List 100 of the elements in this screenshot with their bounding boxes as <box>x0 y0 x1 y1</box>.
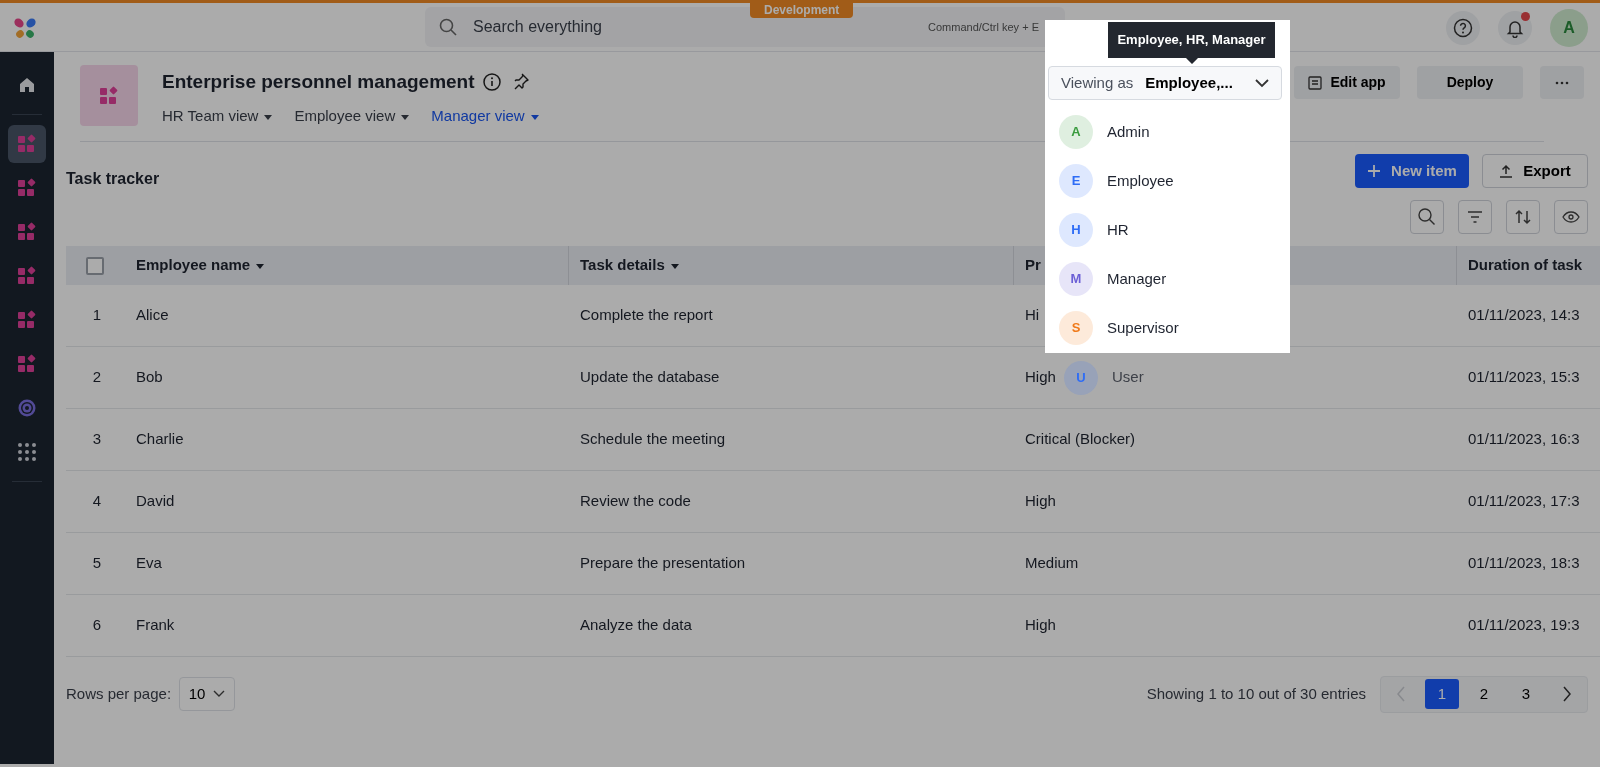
chevron-right-icon <box>1562 686 1572 702</box>
role-option[interactable]: M Manager <box>1048 254 1282 304</box>
role-name: Manager <box>1107 268 1167 289</box>
role-avatar: S <box>1059 311 1093 345</box>
table-cell-text: 01/11/2023, 19:3 <box>1468 615 1580 636</box>
filter-button[interactable] <box>1458 200 1492 234</box>
home-icon <box>17 75 37 95</box>
deploy-button[interactable]: Deploy <box>1417 66 1523 99</box>
table-cell-text: 01/11/2023, 14:3 <box>1468 305 1580 326</box>
table-cell-text: Eva <box>136 553 162 574</box>
table-cell-text: Complete the report <box>580 305 713 326</box>
page-button[interactable]: 1 <box>1425 679 1459 709</box>
apps-grid-icon <box>17 442 37 462</box>
more-icon <box>1555 80 1569 85</box>
notification-button[interactable] <box>1498 11 1532 45</box>
role-avatar: A <box>1059 115 1093 149</box>
column-header[interactable]: Pr <box>1025 254 1041 277</box>
viewing-as-select[interactable]: Viewing as Employee,... <box>1048 66 1282 100</box>
visibility-button[interactable] <box>1554 200 1588 234</box>
table-cell-text: Charlie <box>136 429 184 450</box>
viewing-as-value: Employee,... <box>1145 72 1233 93</box>
table-cell-text: Medium <box>1025 553 1079 574</box>
app-icon <box>17 222 37 242</box>
table-cell-text: Hi <box>1025 305 1040 326</box>
bell-icon <box>1505 18 1525 38</box>
table-cell-text: Schedule the meeting <box>580 429 726 450</box>
info-icon[interactable] <box>482 72 503 93</box>
row-number: 3 <box>92 429 102 450</box>
row-number: 1 <box>92 305 102 326</box>
role-avatar: M <box>1059 262 1093 296</box>
table-cell-text: 01/11/2023, 18:3 <box>1468 553 1580 574</box>
table-cell-text: Bob <box>136 367 163 388</box>
plus-icon <box>1367 164 1382 178</box>
role-name: User <box>1112 367 1144 388</box>
app-icon <box>17 134 37 154</box>
column-header[interactable]: Employee name <box>136 254 265 277</box>
role-avatar: U <box>1064 360 1098 395</box>
page-button[interactable]: 2 <box>1467 679 1501 709</box>
table-cell-text: Frank <box>136 615 175 636</box>
app-icon <box>17 266 37 286</box>
chevron-left-icon <box>1396 686 1406 702</box>
table-cell-text: Alice <box>136 305 169 326</box>
environment-badge: Development <box>750 3 854 18</box>
sort-icon <box>1513 207 1533 227</box>
role-name: Employee <box>1107 170 1174 191</box>
role-avatar: H <box>1059 213 1093 247</box>
table-cell-text: 01/11/2023, 15:3 <box>1468 367 1580 388</box>
table-title: Task tracker <box>66 169 160 189</box>
help-icon <box>1453 18 1473 38</box>
entries-summary: Showing 1 to 10 out of 30 entries <box>1146 683 1366 704</box>
view-tab[interactable]: Employee view <box>294 105 410 128</box>
view-tab[interactable]: HR Team view <box>162 105 273 128</box>
table-cell-text: High <box>1025 491 1056 512</box>
role-name: Admin <box>1107 121 1150 142</box>
table-cell-text: 01/11/2023, 17:3 <box>1468 491 1580 512</box>
edit-app-button[interactable]: Edit app <box>1294 66 1400 99</box>
chevron-down-icon <box>213 690 226 698</box>
table-cell-text: Update the database <box>580 367 720 388</box>
role-name: Supervisor <box>1107 317 1179 338</box>
role-name: HR <box>1107 219 1129 240</box>
export-button[interactable]: Export <box>1482 154 1588 188</box>
table-cell-text: High <box>1025 615 1056 636</box>
table-cell-text: Prepare the presentation <box>580 553 746 574</box>
upload-icon <box>1499 164 1514 178</box>
table-cell-text: Review the code <box>580 491 691 512</box>
row-number: 2 <box>92 367 102 388</box>
new-item-button[interactable]: New item <box>1355 154 1469 188</box>
rows-per-page-select[interactable]: 10 <box>179 677 236 711</box>
role-avatar: E <box>1059 164 1093 198</box>
app-icon <box>17 178 37 198</box>
row-number: 6 <box>92 615 102 636</box>
role-option[interactable]: S Supervisor <box>1048 303 1282 353</box>
target-icon <box>17 398 37 418</box>
table-cell-text: Critical (Blocker) <box>1025 429 1135 450</box>
app-icon <box>17 354 37 374</box>
role-option[interactable]: A Admin <box>1048 107 1282 157</box>
table-cell-text: David <box>136 491 175 512</box>
rows-per-page-label: Rows per page: <box>66 683 172 704</box>
app-title: Enterprise personnel management <box>162 71 475 94</box>
app-icon <box>17 310 37 330</box>
search-icon <box>1417 207 1437 227</box>
search-button[interactable] <box>1410 200 1444 234</box>
table-cell-text: High <box>1025 367 1056 388</box>
sort-button[interactable] <box>1506 200 1540 234</box>
table-cell-text: Analyze the data <box>580 615 692 636</box>
role-option[interactable]: E Employee <box>1048 156 1282 206</box>
form-icon <box>1308 75 1323 90</box>
table-cell-text: 01/11/2023, 16:3 <box>1468 429 1580 450</box>
page-button[interactable]: 3 <box>1509 679 1543 709</box>
row-number: 5 <box>92 553 102 574</box>
search-icon <box>439 18 457 36</box>
view-tab[interactable]: Manager view <box>431 105 539 128</box>
row-number: 4 <box>92 491 102 512</box>
shortcut-hint: Command/Ctrl key + E <box>928 19 1039 35</box>
column-header[interactable]: Task details <box>580 254 679 277</box>
select-all-checkbox[interactable] <box>86 256 104 275</box>
help-button[interactable] <box>1446 11 1480 45</box>
viewing-as-label: Viewing as <box>1061 72 1134 93</box>
chevron-down-icon <box>1255 78 1269 88</box>
role-option[interactable]: H HR <box>1048 205 1282 255</box>
